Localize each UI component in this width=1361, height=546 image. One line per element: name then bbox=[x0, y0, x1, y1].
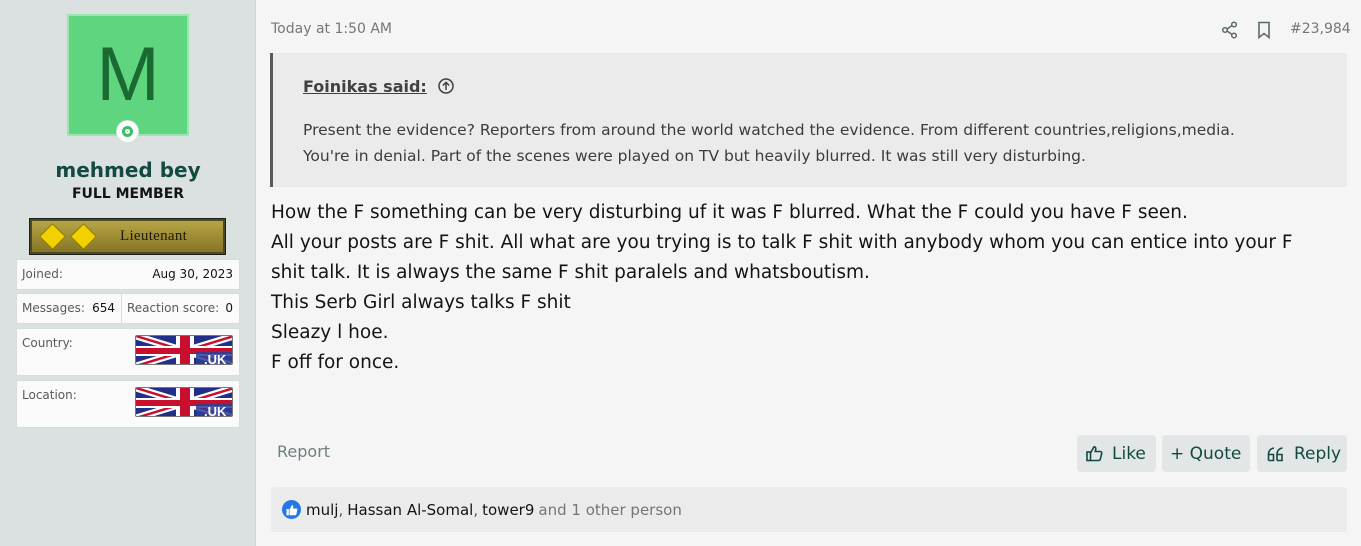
like-button[interactable]: Like bbox=[1077, 435, 1156, 472]
rank-diamond-icon bbox=[71, 224, 96, 249]
user-sidebar: M mehmed bey FULL MEMBER Lieutenant Join… bbox=[0, 0, 256, 546]
reaction-score-label: Reaction score: bbox=[127, 301, 220, 315]
share-icon[interactable] bbox=[1220, 20, 1240, 40]
report-link[interactable]: Report bbox=[277, 442, 330, 461]
reply-quote-icon bbox=[1267, 446, 1283, 461]
reply-label: Reply bbox=[1294, 443, 1342, 464]
separator: , bbox=[338, 500, 344, 519]
message-line: F off for once. bbox=[271, 352, 400, 373]
quote-author-link[interactable]: Foinikas said: bbox=[303, 77, 427, 96]
location-info: Location: .UK bbox=[16, 380, 240, 428]
other-reactors-link[interactable]: and 1 other person bbox=[538, 501, 681, 519]
quote-label: + Quote bbox=[1170, 443, 1242, 464]
message-line: shit talk. It is always the same F shit … bbox=[271, 262, 870, 283]
post-number-link[interactable]: #23,984 bbox=[1290, 21, 1351, 37]
uk-flag-icon: .UK bbox=[135, 387, 233, 417]
arrow-up-circle-icon[interactable] bbox=[437, 77, 455, 95]
rank-diamond-icon bbox=[40, 224, 65, 249]
bookmark-icon[interactable] bbox=[1254, 20, 1274, 40]
message-line: How the F something can be very disturbi… bbox=[271, 202, 1188, 223]
username-link[interactable]: mehmed bey bbox=[0, 158, 256, 182]
separator: , bbox=[473, 500, 479, 519]
rank-banner: Lieutenant bbox=[29, 218, 226, 255]
reactor-link[interactable]: mulj bbox=[306, 501, 338, 519]
post-message: How the F something can be very disturbi… bbox=[271, 198, 1341, 378]
post-date-link[interactable]: Today at 1:50 AM bbox=[271, 21, 392, 37]
joined-value: Aug 30, 2023 bbox=[152, 267, 233, 281]
quote-line: You're in denial. Part of the scenes wer… bbox=[303, 147, 1086, 165]
uk-flag-icon: .UK bbox=[135, 335, 233, 365]
reactor-link[interactable]: Hassan Al-Somal bbox=[347, 501, 473, 519]
online-status-icon bbox=[117, 121, 138, 142]
quote-button[interactable]: + Quote bbox=[1162, 435, 1250, 472]
joined-info: Joined: Aug 30, 2023 bbox=[16, 259, 240, 290]
messages-value[interactable]: 654 bbox=[92, 301, 115, 315]
flag-text: .UK bbox=[204, 352, 227, 365]
country-info: Country: .UK bbox=[16, 328, 240, 376]
user-title: FULL MEMBER bbox=[71, 186, 185, 202]
reactions-bar: mulj, Hassan Al-Somal, tower9 and 1 othe… bbox=[271, 487, 1347, 532]
reaction-score-info: Reaction score: 0 bbox=[121, 293, 240, 324]
flag-text: .UK bbox=[204, 404, 227, 417]
quote-line: Present the evidence? Reporters from aro… bbox=[303, 121, 1235, 139]
avatar[interactable]: M bbox=[67, 14, 189, 136]
thumbs-up-icon bbox=[1086, 445, 1103, 462]
like-reaction-icon bbox=[282, 500, 301, 519]
quote-block: Foinikas said: Present the evidence? Rep… bbox=[270, 53, 1347, 187]
quote-text: Present the evidence? Reporters from aro… bbox=[303, 117, 1333, 169]
messages-info: Messages: 654 bbox=[16, 293, 122, 324]
message-line: All your posts are F shit. All what are … bbox=[271, 232, 1293, 253]
rank-label: Lieutenant bbox=[120, 228, 188, 244]
reactor-link[interactable]: tower9 bbox=[482, 501, 534, 519]
like-label: Like bbox=[1112, 443, 1146, 464]
avatar-letter: M bbox=[96, 32, 160, 117]
message-line: Sleazy l hoe. bbox=[271, 322, 389, 343]
location-label: Location: bbox=[22, 388, 77, 402]
reply-button[interactable]: Reply bbox=[1257, 435, 1347, 472]
joined-label: Joined: bbox=[22, 267, 63, 281]
messages-label: Messages: bbox=[22, 301, 85, 315]
message-line: This Serb Girl always talks F shit bbox=[271, 292, 571, 313]
reaction-score-value: 0 bbox=[225, 301, 233, 315]
country-label: Country: bbox=[22, 336, 73, 350]
